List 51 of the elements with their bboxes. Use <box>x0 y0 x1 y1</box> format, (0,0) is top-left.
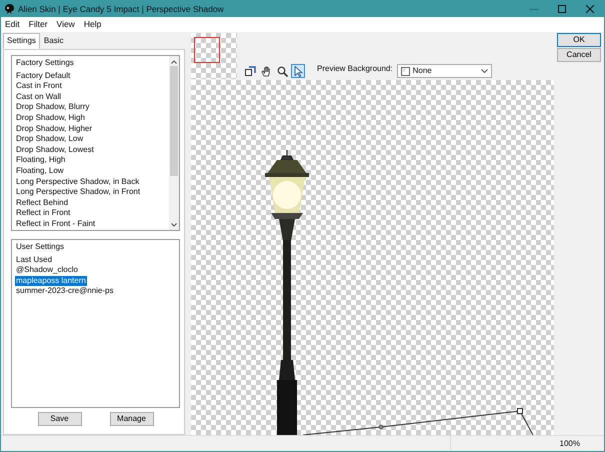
list-item[interactable]: Drop Shadow, Blurry <box>15 102 90 113</box>
list-item[interactable]: Reflect Behind <box>15 198 70 208</box>
list-item[interactable]: Drop Shadow, Higher <box>15 124 94 134</box>
list-item[interactable]: Factory Default <box>15 70 72 82</box>
list-item[interactable]: summer-2023-cre@nnie-ps <box>15 286 114 297</box>
list-item[interactable]: Last Used <box>15 254 54 266</box>
list-item[interactable]: mapleaposs lantern <box>15 276 87 286</box>
preview-thumbnail[interactable] <box>191 33 237 79</box>
list-item[interactable]: Drop Shadow, High <box>15 112 86 124</box>
preview-background-dropdown[interactable]: None <box>396 64 492 78</box>
scroll-down-icon[interactable] <box>171 223 177 227</box>
viewport-frame[interactable] <box>194 37 220 63</box>
zoom-icon <box>276 66 288 76</box>
list-item[interactable]: Cast in Front <box>15 81 63 92</box>
dropdown-caret-icon <box>480 69 488 73</box>
zoom-level: 100% <box>560 438 580 450</box>
menu-item[interactable]: Filter <box>28 18 48 31</box>
list-item[interactable]: Floating, Low <box>15 166 65 177</box>
list-item[interactable]: Reflect in Front <box>15 208 72 219</box>
list-heading: User Settings <box>15 242 66 253</box>
menu-item[interactable]: Edit <box>5 18 20 31</box>
scrollbar-thumb[interactable] <box>170 66 178 176</box>
menu-item[interactable]: Help <box>84 18 102 31</box>
app-icon <box>5 4 14 14</box>
tab[interactable]: Settings <box>3 33 40 49</box>
dialog-button[interactable]: OK <box>557 33 601 47</box>
maximize-icon[interactable] <box>558 5 566 13</box>
list-item[interactable]: @Shadow_cloclo <box>15 265 79 276</box>
list-heading: Factory Settings <box>15 58 75 69</box>
pointer-icon <box>294 66 302 76</box>
scroll-up-icon[interactable] <box>171 60 177 64</box>
navigator-icon <box>244 66 256 76</box>
list-item[interactable]: Reflect in Front - Faint <box>15 218 96 230</box>
list-item[interactable]: Drop Shadow, Lowest <box>15 144 95 156</box>
list-item[interactable]: Long Perspective Shadow, in Back <box>15 176 140 188</box>
tool-button[interactable] <box>275 64 289 78</box>
hand-icon <box>260 66 272 76</box>
close-icon[interactable] <box>586 5 594 13</box>
swatch-icon <box>400 66 410 76</box>
tool-button[interactable] <box>291 64 305 78</box>
tool-button[interactable] <box>243 64 257 78</box>
window-title: Alien Skin | Eye Candy 5 Impact | Perspective Shadow <box>18 2 224 16</box>
dialog-button[interactable]: Manage <box>110 412 154 426</box>
list-item[interactable]: Cast on Wall <box>15 92 62 102</box>
list-item[interactable]: Drop Shadow, Low <box>15 134 84 145</box>
list-item[interactable]: Long Perspective Shadow, in Front <box>15 187 142 198</box>
field-label: Preview Background: <box>317 63 393 75</box>
dialog-button[interactable]: Cancel <box>557 48 601 62</box>
dialog-button[interactable]: Save <box>38 412 82 426</box>
list-item[interactable]: Floating, High <box>15 155 66 166</box>
menu-item[interactable]: View <box>56 18 75 31</box>
